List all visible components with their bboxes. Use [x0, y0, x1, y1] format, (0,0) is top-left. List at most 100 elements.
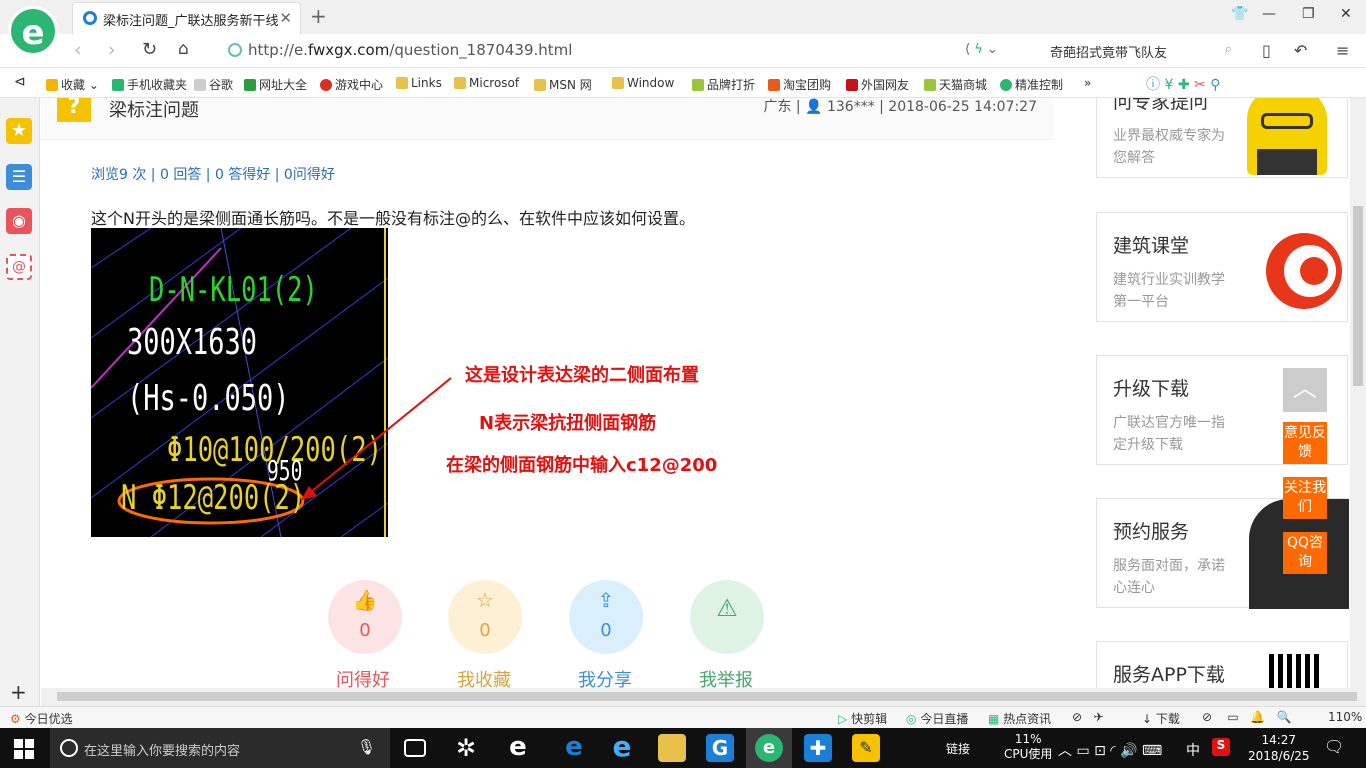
live-today[interactable]: ◎ 今日直播: [906, 710, 968, 727]
active-browser-slot[interactable]: e: [746, 728, 792, 768]
microphone-icon[interactable]: 🎙: [357, 738, 376, 756]
shirt-skin-icon[interactable]: 👕: [1231, 6, 1248, 22]
mail-icon[interactable]: @: [6, 254, 32, 280]
download-item[interactable]: ↓ 下载: [1142, 710, 1180, 727]
tab-bar: e 梁标注问题_广联达服务新干线 ✕ + 👕 — ❐ ✕: [0, 0, 1366, 56]
close-window-icon[interactable]: ✕: [1340, 6, 1352, 22]
card-title: 升级下载: [1113, 378, 1190, 400]
edge-new-icon[interactable]: e: [560, 734, 588, 762]
bookmark-item[interactable]: 天猫商城: [924, 76, 987, 93]
task-view-icon[interactable]: [404, 739, 426, 757]
bookmark-item[interactable]: Links: [396, 76, 442, 90]
zoom-level[interactable]: 110%: [1328, 710, 1362, 724]
minimize-icon[interactable]: —: [1262, 6, 1276, 22]
hot-news[interactable]: ▦ 热点资讯: [988, 710, 1051, 727]
extension-icons[interactable]: ⓘ ¥ ✚ ✂ ⚲: [1146, 74, 1220, 94]
windows-start-icon[interactable]: [14, 739, 34, 759]
bookmark-item[interactable]: 游戏中心: [320, 76, 383, 93]
vertical-scrollbar[interactable]: [1350, 98, 1366, 688]
ie-icon[interactable]: e: [608, 733, 636, 762]
horizontal-scrollbar[interactable]: [41, 688, 1366, 706]
notification-icon[interactable]: 🗨: [1324, 737, 1344, 756]
search-input[interactable]: 奇葩招式竟带飞队友 ⌕: [1040, 40, 1240, 62]
menu-icon[interactable]: ≡: [1336, 41, 1349, 60]
question-stats[interactable]: 浏览9 次 | 0 回答 | 0 答得好 | 0问得好: [91, 164, 335, 184]
favorite-button[interactable]: ☆ 0: [448, 580, 522, 654]
course-card[interactable]: 建筑课堂 建筑行业实训教学第一平台: [1096, 212, 1348, 322]
thumb-up-icon: 👍: [352, 588, 378, 612]
search-icon[interactable]: ⌕: [1225, 42, 1232, 57]
file-explorer-icon[interactable]: [658, 734, 686, 762]
follow-button[interactable]: 关注我们: [1283, 477, 1327, 519]
link-label[interactable]: 链接: [946, 740, 970, 757]
plus-app-icon[interactable]: ✚: [804, 734, 832, 762]
question-header: ? 梁标注问题 广东 | 👤 136*** | 2018-06-25 14:07…: [41, 98, 1053, 140]
bookmark-item[interactable]: 外国网友: [846, 76, 909, 93]
report-label[interactable]: 我举报: [676, 666, 776, 688]
bookmark-item[interactable]: 收藏 ⌄: [46, 76, 99, 93]
tray-icons[interactable]: ︿ ▭ ⊡ ◜ 🔊 ⌨: [1058, 740, 1162, 760]
like-button[interactable]: 👍 0: [328, 580, 402, 654]
favorites-star-icon[interactable]: ★: [6, 118, 32, 144]
bookmark-item[interactable]: MSN 网: [534, 76, 592, 93]
tab-active[interactable]: 梁标注问题_广联达服务新干线 ✕: [72, 2, 301, 34]
clock[interactable]: 14:27 2018/6/25: [1248, 732, 1310, 764]
back-to-top-button[interactable]: ︿: [1283, 368, 1327, 412]
phone-icon[interactable]: ▯: [1262, 41, 1271, 60]
share-label[interactable]: 我分享: [555, 666, 655, 688]
glodon-app-icon[interactable]: G: [706, 734, 734, 762]
favorite-label[interactable]: 我收藏: [434, 666, 534, 688]
cpu-usage[interactable]: 11% CPU使用: [1004, 732, 1052, 762]
quick-edit[interactable]: ▷ 快剪辑: [838, 710, 887, 727]
hscroll-thumb[interactable]: [57, 692, 1357, 701]
pinwheel-app-icon[interactable]: ✲: [452, 734, 480, 762]
taskbar-search-input[interactable]: 在这里输入你要搜索的内容 🎙: [50, 728, 390, 768]
address-bar: ‹ › ↻ ⌂ http://e.fwxgx.com/question_1870…: [0, 34, 1366, 68]
bookmark-item[interactable]: 网址大全: [244, 76, 307, 93]
restore-icon[interactable]: ❐: [1302, 6, 1315, 22]
like-count: 0: [359, 620, 371, 641]
url-input[interactable]: http://e.fwxgx.com/question_1870439.html: [222, 40, 952, 62]
bookmark-item[interactable]: 淘宝团购: [768, 76, 831, 93]
qq-consult-button[interactable]: QQ咨询: [1283, 532, 1327, 574]
collapse-sidebar-icon[interactable]: ⊲: [14, 74, 26, 90]
refresh-icon[interactable]: ↻: [142, 39, 157, 60]
bookmark-item[interactable]: Microsof: [454, 76, 519, 90]
feedback-button[interactable]: 意见反馈: [1283, 422, 1327, 464]
card-title: 服务APP下载: [1113, 664, 1225, 686]
share-lightning-icons[interactable]: ⟨ ϟ ⌄: [965, 42, 998, 57]
warning-icon: ⚠: [716, 594, 738, 622]
star-icon: ☆: [476, 588, 494, 612]
reading-list-icon[interactable]: ☰: [6, 164, 32, 190]
more-bookmarks-icon[interactable]: »: [1084, 76, 1091, 90]
expert-card[interactable]: 问专家提问 业界最权威专家为您解答: [1096, 98, 1348, 178]
bookmark-item[interactable]: 品牌打折: [692, 76, 755, 93]
status-tool-icons[interactable]: ⊘ ✈: [1072, 710, 1104, 724]
security-icon: [228, 43, 242, 57]
today-picks[interactable]: ⚙ 今日优选: [10, 710, 73, 727]
undo-icon[interactable]: ↶: [1294, 41, 1307, 60]
status-misc-icons[interactable]: ⊘ ▭ 🔔 🔍: [1202, 710, 1291, 724]
ime-indicator[interactable]: 中: [1186, 740, 1200, 760]
home-icon[interactable]: ⌂: [178, 39, 189, 59]
browser-logo-icon[interactable]: e: [8, 6, 58, 56]
edge-browser-icon[interactable]: e: [504, 734, 532, 762]
back-icon[interactable]: ‹: [74, 39, 82, 61]
notes-app-icon[interactable]: ✎: [852, 734, 880, 762]
share-button[interactable]: ⇪ 0: [569, 580, 643, 654]
weibo-icon[interactable]: ◉: [6, 208, 32, 234]
add-sidebar-icon[interactable]: +: [10, 680, 27, 704]
bookmark-item[interactable]: Window: [612, 76, 674, 90]
app-card[interactable]: 服务APP下载: [1096, 641, 1348, 688]
sogou-ime-icon[interactable]: S: [1212, 738, 1230, 756]
forward-icon[interactable]: ›: [108, 39, 116, 61]
bookmark-item[interactable]: 谷歌: [194, 76, 233, 93]
new-tab-icon[interactable]: +: [310, 4, 327, 28]
course-logo-icon: [1266, 233, 1342, 309]
tab-close-icon[interactable]: ✕: [279, 9, 292, 27]
scrollbar-thumb[interactable]: [1353, 206, 1363, 386]
report-button[interactable]: ⚠: [690, 580, 764, 654]
like-label[interactable]: 问得好: [313, 666, 413, 688]
bookmark-item[interactable]: 精准控制: [1000, 76, 1063, 93]
bookmark-item[interactable]: 手机收藏夹: [112, 76, 187, 93]
